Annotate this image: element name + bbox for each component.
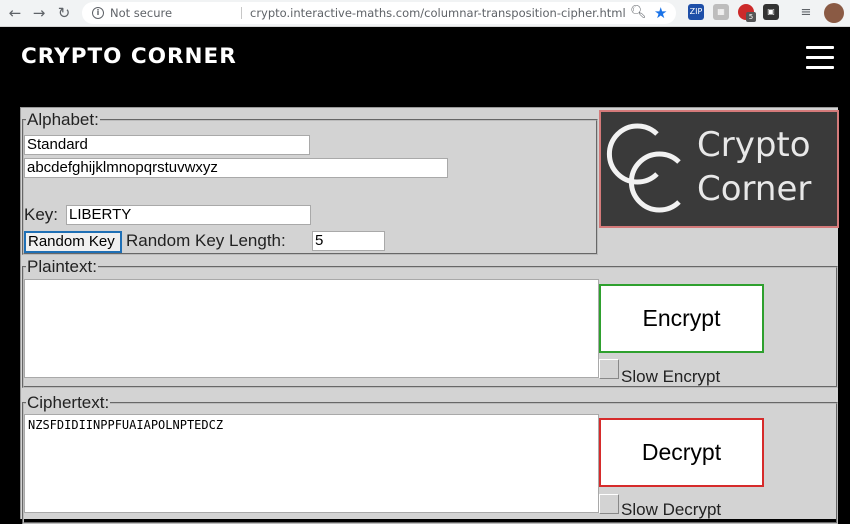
address-bar[interactable]: i Not secure crypto.interactive-maths.co… [82,2,676,24]
crypto-corner-logo: Crypto Corner [599,110,839,228]
security-label: Not secure [110,6,173,20]
site-header: CRYPTO CORNER [0,28,850,88]
extension-badge: 5 [746,12,756,22]
hamburger-menu-icon[interactable] [806,46,834,70]
alphabet-legend: Alphabet: [27,110,99,129]
site-info-icon[interactable]: i [92,7,104,19]
browser-toolbar: ← → ↻ i Not secure crypto.interactive-ma… [0,0,850,27]
encrypt-button[interactable]: Encrypt [599,284,764,353]
extension-zip-icon[interactable]: ZIP [688,4,704,20]
back-icon[interactable]: ← [5,3,25,23]
address-divider [241,7,242,19]
random-key-length-label: Random Key Length: [126,231,286,250]
logo-cc-icon [606,123,681,213]
plaintext-textarea[interactable] [24,279,599,378]
site-brand[interactable]: CRYPTO CORNER [21,44,237,69]
logo-line-1: Crypto [697,125,811,165]
extension-puzzle-icon[interactable]: ▦ [713,4,729,20]
zoom-icon[interactable]: 🔍︎ [630,2,647,24]
slow-decrypt-label: Slow Decrypt [621,500,722,519]
cipher-tool-panel: Alphabet: Standard abcdefghijklmnopqrstu… [20,107,839,524]
reload-icon[interactable]: ↻ [54,3,74,23]
logo-line-2: Corner [697,169,812,209]
key-field[interactable]: LIBERTY [66,205,311,225]
url-text[interactable]: crypto.interactive-maths.com/columnar-tr… [250,2,626,24]
decrypt-button[interactable]: Decrypt [599,418,764,487]
key-label: Key: [24,205,59,224]
alphabet-field[interactable]: abcdefghijklmnopqrstuvwxyz [24,158,448,178]
extension-lastpass-icon[interactable]: 5 [738,4,756,22]
random-key-length-field[interactable]: 5 [312,231,385,251]
plaintext-legend: Plaintext: [27,257,97,276]
alphabet-type-field[interactable]: Standard [24,135,310,155]
extension-dark-icon[interactable]: ▣ [763,4,779,20]
ciphertext-legend: Ciphertext: [27,393,110,412]
profile-avatar[interactable] [824,3,844,23]
slow-encrypt-checkbox[interactable] [599,359,619,379]
forward-icon[interactable]: → [29,3,49,23]
slow-encrypt-label: Slow Encrypt [621,367,721,386]
random-key-button[interactable]: Random Key [24,231,122,253]
ciphertext-textarea[interactable] [24,414,599,513]
reading-list-icon[interactable]: ≡ [796,3,816,23]
bookmark-star-icon[interactable]: ★ [654,2,667,24]
slow-decrypt-checkbox[interactable] [599,494,619,514]
